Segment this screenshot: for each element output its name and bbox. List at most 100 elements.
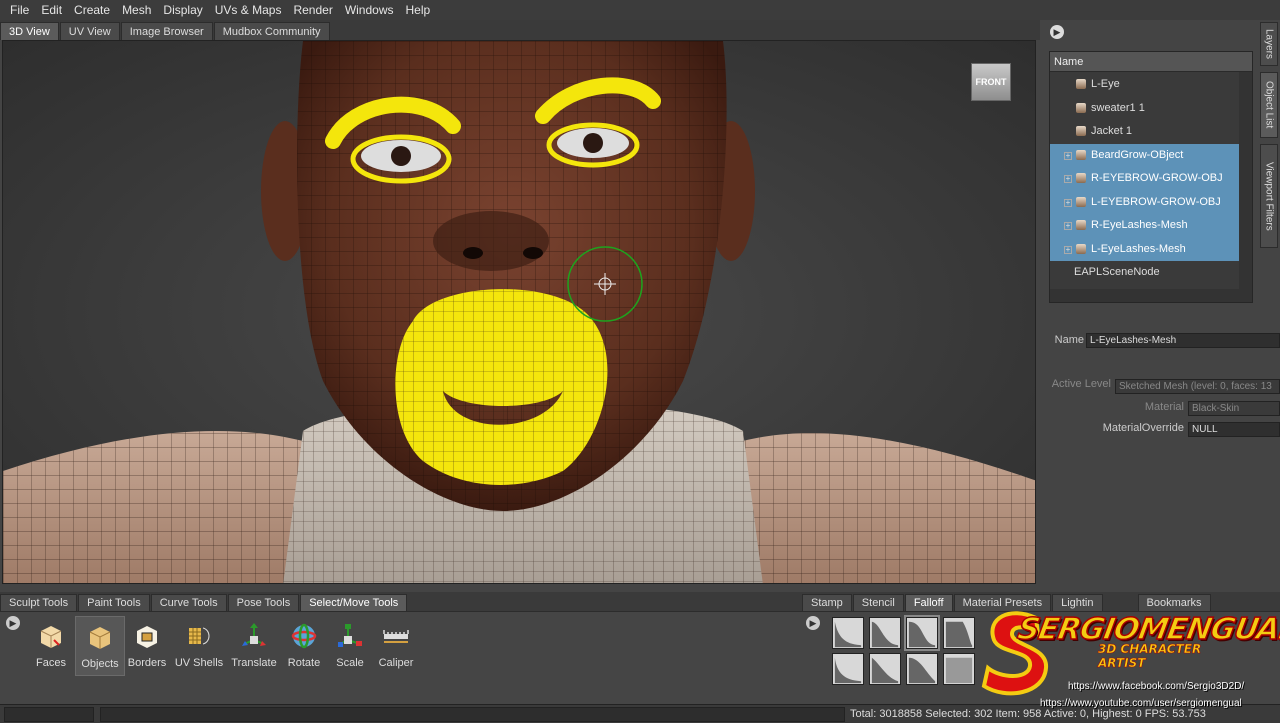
falloff-thumb-selected[interactable] [904,615,940,651]
shelf-expand-icon[interactable]: ▶ [6,616,20,630]
expand-icon[interactable]: + [1064,151,1072,160]
youtube-link: https://www.youtube.com/user/sergiomengu… [1040,698,1242,709]
object-list-vscroll[interactable] [1239,72,1252,302]
menu-render[interactable]: Render [287,3,338,17]
object-list-rows: L-Eye sweater1 1 Jacket 1 + BeardGrow-OBj… [1050,73,1240,285]
expand-icon[interactable]: + [1064,245,1072,254]
tab-mudbox-community[interactable]: Mudbox Community [213,22,330,40]
uv-shells-tool[interactable]: UV Shells [174,616,224,676]
falloff-curve-icon [945,657,973,684]
3d-viewport[interactable]: FRONT [2,40,1036,584]
name-label: Name [1054,334,1084,346]
active-level-field[interactable]: Sketched Mesh (level: 0, faces: 13 [1115,379,1280,394]
expand-icon[interactable]: + [1064,222,1072,230]
status-field-left [4,707,94,722]
falloff-curve-icon [908,657,936,684]
faces-icon [40,626,62,648]
objects-icon [89,627,111,649]
falloff-curve-icon [908,621,936,648]
faces-tool[interactable]: Faces [26,616,76,676]
falloff-curve-icon [871,621,899,648]
falloff-curve-icon [945,621,973,648]
side-tabs: Layers Object List Viewport Filters [1258,22,1280,312]
tool-tabs: Sculpt Tools Paint Tools Curve Tools Pos… [0,592,800,611]
head-model [3,41,1035,583]
menu-bar: File Edit Create Mesh Display UVs & Maps… [0,0,1280,20]
view-tabs: 3D View UV View Image Browser Mudbox Com… [0,20,1040,40]
tool-shelf: ▶ Faces Objects Borders UV Shells Transl… [0,611,800,704]
tab-stamp[interactable]: Stamp [802,594,852,611]
status-stats: Total: 3018858 Selected: 302 Item: 958 A… [850,708,1206,720]
tab-paint-tools[interactable]: Paint Tools [78,594,150,611]
falloff-thumb[interactable] [832,617,864,649]
objects-tool[interactable]: Objects [75,616,125,676]
menu-edit[interactable]: Edit [35,3,68,17]
object-list-hscroll[interactable] [1050,289,1240,302]
falloff-thumb[interactable] [869,653,901,685]
tab-curve-tools[interactable]: Curve Tools [150,594,227,611]
menu-mesh[interactable]: Mesh [116,3,157,17]
list-item[interactable]: EAPLSceneNode [1050,261,1240,285]
tab-layers[interactable]: Layers [1260,22,1278,66]
mesh-icon [1076,243,1086,254]
falloff-curve-icon [871,657,899,684]
falloff-expand-icon[interactable]: ▶ [806,616,820,630]
expand-icon[interactable]: + [1064,175,1072,183]
falloff-thumb[interactable] [943,653,975,685]
list-item[interactable]: + R-EYEBROW-GROW-OBJ [1050,167,1240,191]
mesh-icon [1076,196,1086,207]
menu-create[interactable]: Create [68,3,116,17]
facebook-link: https://www.facebook.com/Sergio3D2D/ [1068,681,1245,692]
borders-tool[interactable]: Borders [122,616,172,676]
tab-viewport-filters[interactable]: Viewport Filters [1260,144,1278,248]
collapse-panel-icon[interactable]: ▶ [1050,25,1064,39]
falloff-curve-icon [834,657,862,684]
material-label: Material [1144,401,1184,413]
translate-icon [242,623,266,646]
tab-sculpt-tools[interactable]: Sculpt Tools [0,594,78,611]
menu-help[interactable]: Help [400,3,437,17]
tab-image-browser[interactable]: Image Browser [120,22,213,40]
list-item[interactable]: + L-EYEBROW-GROW-OBJ [1050,190,1240,214]
name-field[interactable]: L-EyeLashes-Mesh [1086,333,1280,348]
active-level-label: Active Level [1051,378,1111,390]
tab-pose-tools[interactable]: Pose Tools [227,594,300,611]
scale-tool[interactable]: Scale [325,616,375,676]
falloff-thumb[interactable] [832,653,864,685]
tab-select-move-tools[interactable]: Select/Move Tools [300,594,408,611]
list-item[interactable]: + L-EyeLashes-Mesh [1050,237,1240,261]
translate-tool[interactable]: Translate [229,616,279,676]
list-item[interactable]: sweater1 1 [1050,97,1240,121]
tab-falloff[interactable]: Falloff [904,594,953,611]
list-item[interactable]: + R-EyeLashes-Mesh [1050,214,1240,238]
expand-icon[interactable]: + [1064,198,1072,207]
menu-uvs-maps[interactable]: UVs & Maps [209,3,288,17]
menu-display[interactable]: Display [157,3,208,17]
material-field[interactable]: Black-Skin [1188,401,1280,416]
mesh-icon [1076,173,1086,183]
material-override-label: MaterialOverride [1102,422,1184,434]
tab-3d-view[interactable]: 3D View [0,22,59,40]
tab-object-list[interactable]: Object List [1260,72,1278,138]
list-item[interactable]: L-Eye [1050,73,1240,97]
menu-file[interactable]: File [4,3,35,17]
logo-subtitle: 3D CHARACTER ARTIST [1098,642,1202,671]
mesh-icon [1076,79,1086,89]
tab-uv-view[interactable]: UV View [59,22,120,40]
falloff-thumb[interactable] [869,617,901,649]
list-item[interactable]: + BeardGrow-OBject [1050,143,1240,167]
list-item[interactable]: Jacket 1 [1050,120,1240,144]
rotate-tool[interactable]: Rotate [279,616,329,676]
object-list-header[interactable]: Name [1050,52,1252,72]
tab-stencil[interactable]: Stencil [852,594,904,611]
scale-icon [338,624,362,647]
menu-windows[interactable]: Windows [339,3,400,17]
borders-icon [137,626,157,648]
caliper-tool[interactable]: Caliper [371,616,421,676]
falloff-thumb[interactable] [906,653,938,685]
material-override-field[interactable]: NULL [1188,422,1280,437]
viewcube[interactable]: FRONT [971,63,1011,101]
object-list: Name L-Eye sweater1 1 Jacket 1 + BeardGro… [1049,51,1253,303]
mesh-icon [1076,126,1086,136]
falloff-thumb[interactable] [943,617,975,649]
